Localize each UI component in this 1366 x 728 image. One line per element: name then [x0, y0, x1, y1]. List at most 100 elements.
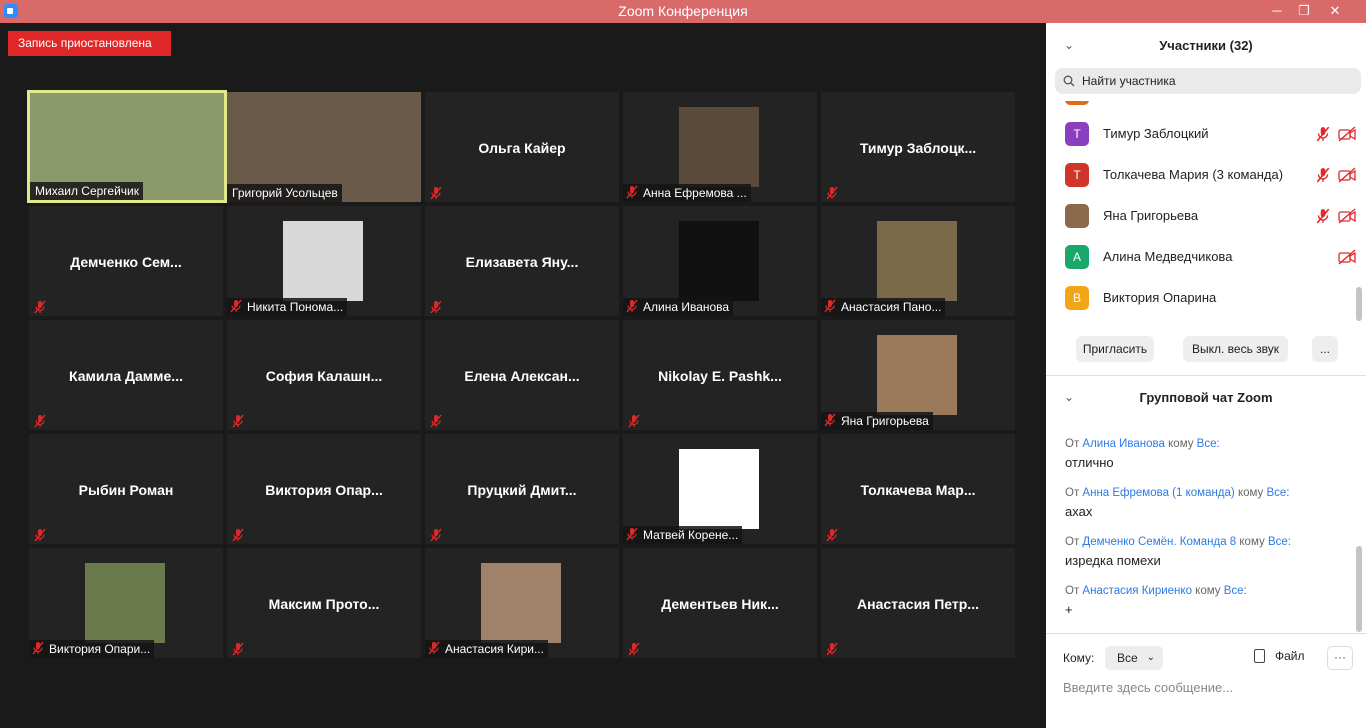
search-placeholder: Найти участника	[1082, 74, 1176, 88]
participant-name: Никита Понома...	[247, 300, 344, 314]
muted-mic-icon	[231, 528, 245, 542]
invite-button[interactable]: Пригласить	[1076, 336, 1154, 362]
mute-all-button[interactable]: Выкл. весь звук	[1183, 336, 1288, 362]
participant-tile[interactable]: Григорий Усольцев	[227, 92, 421, 202]
participant-name: Яна Григорьева	[1103, 208, 1199, 223]
participant-tile[interactable]: Елена Алексан...	[425, 320, 619, 430]
from-word: От	[1065, 585, 1083, 597]
participant-name: Максим Прото...	[268, 596, 380, 612]
close-button[interactable]: ✕	[1320, 0, 1350, 23]
muted-mic-icon	[625, 527, 639, 541]
chat-message: От Алина Иванова кому Все: отлично	[1065, 438, 1220, 470]
participant-tile[interactable]: Демченко Сем...	[29, 206, 223, 316]
participant-tile[interactable]: Яна Григорьева	[821, 320, 1015, 430]
recipient-name[interactable]: Все:	[1266, 487, 1289, 499]
recipient-name[interactable]: Все:	[1224, 585, 1247, 597]
participant-name: Толкачева Мар...	[860, 482, 976, 498]
participant-tile[interactable]: Виктория Опари...	[29, 548, 223, 658]
participant-search-input[interactable]: Найти участника	[1055, 68, 1361, 94]
participant-tile[interactable]: Анастасия Петр...	[821, 548, 1015, 658]
chat-message-input[interactable]	[1063, 677, 1353, 697]
chat-more-button[interactable]: ···	[1327, 646, 1353, 670]
avatar	[1065, 204, 1089, 228]
participant-tile[interactable]: Тимур Заблоцк...	[821, 92, 1015, 202]
sender-name[interactable]: Анастасия Кириенко	[1082, 585, 1192, 597]
from-word: От	[1065, 536, 1083, 548]
muted-mic-icon	[231, 414, 245, 428]
minimize-button[interactable]: ─	[1262, 0, 1292, 23]
profile-picture	[877, 335, 957, 415]
participant-tile[interactable]: Пруцкий Дмит...	[425, 434, 619, 544]
muted-mic-icon	[1308, 126, 1332, 146]
participant-tile[interactable]: Елизавета Яну...	[425, 206, 619, 316]
file-button[interactable]: Файл	[1254, 649, 1305, 663]
chat-header: Групповой чат Zoom	[1139, 390, 1273, 405]
participant-caption: Михаил Сергейчик	[30, 182, 143, 200]
participant-tile[interactable]: Камила Дамме...	[29, 320, 223, 430]
muted-mic-icon	[625, 299, 639, 313]
status-icons	[1308, 208, 1356, 229]
participant-tile[interactable]: Максим Прото...	[227, 548, 421, 658]
muted-mic-icon	[429, 186, 443, 200]
chat-message-text: +	[1065, 602, 1073, 617]
participant-name: Демченко Сем...	[70, 254, 182, 270]
participant-row[interactable]: B Виктория Опарина	[1046, 278, 1356, 319]
participants-more-button[interactable]: ...	[1312, 336, 1338, 362]
participant-tile[interactable]: Ольга Кайер	[425, 92, 619, 202]
recipient-name[interactable]: Все:	[1197, 438, 1220, 450]
participant-tile[interactable]: Никита Понома...	[227, 206, 421, 316]
participant-tile[interactable]: Матвей Корене...	[623, 434, 817, 544]
participant-tile[interactable]: Алина Иванова	[623, 206, 817, 316]
participant-caption: Никита Понома...	[227, 298, 348, 316]
participant-tile[interactable]: Виктория Опар...	[227, 434, 421, 544]
participant-caption: Григорий Усольцев	[227, 184, 342, 202]
recording-paused-badge[interactable]: Запись приостановлена	[8, 31, 171, 56]
sender-name[interactable]: Анна Ефремова (1 команда)	[1082, 487, 1234, 499]
participant-row[interactable]: T Толкачева Мария (3 команда)	[1046, 155, 1356, 196]
chat-sender-line: От Алина Иванова кому Все:	[1065, 438, 1220, 450]
participant-tile[interactable]: Анастасия Пано...	[821, 206, 1015, 316]
participant-tile[interactable]: София Калашн...	[227, 320, 421, 430]
participant-tile[interactable]: Анастасия Кири...	[425, 548, 619, 658]
chat-message: От Демченко Семён. Команда 8 кому Все: из…	[1065, 536, 1291, 568]
participant-tile[interactable]: Михаил Сергейчик	[27, 90, 227, 203]
muted-mic-icon	[427, 641, 441, 655]
participant-name: Матвей Корене...	[643, 528, 739, 542]
sender-name[interactable]: Алина Иванова	[1082, 438, 1165, 450]
participant-row[interactable]: A Алина Медведчикова	[1046, 237, 1356, 278]
participant-name: Анна Ефремова ...	[643, 186, 747, 200]
participant-row[interactable]: T Тимур Заблоцкий	[1046, 114, 1356, 155]
participant-name: Nikolay E. Pashk...	[658, 368, 782, 384]
participant-name: Яна Григорьева	[841, 414, 929, 428]
participants-scrollbar[interactable]	[1356, 287, 1362, 321]
participant-name: Камила Дамме...	[69, 368, 183, 384]
from-word: От	[1065, 487, 1083, 499]
status-icons	[1332, 249, 1356, 270]
muted-mic-icon	[625, 185, 639, 199]
muted-mic-icon	[825, 186, 839, 200]
muted-mic-icon	[429, 300, 443, 314]
chat-message: От Анастасия Кириенко кому Все: +	[1065, 585, 1247, 617]
participant-row[interactable]: Яна Григорьева	[1046, 196, 1356, 237]
chat-sender-line: От Анна Ефремова (1 команда) кому Все:	[1065, 487, 1290, 499]
participant-tile[interactable]: Рыбин Роман	[29, 434, 223, 544]
participant-tile[interactable]: Анна Ефремова ...	[623, 92, 817, 202]
video-off-icon	[1332, 208, 1356, 228]
chat-sender-line: От Демченко Семён. Команда 8 кому Все:	[1065, 536, 1291, 548]
participant-tile[interactable]: Толкачева Мар...	[821, 434, 1015, 544]
to-word: кому	[1164, 438, 1197, 450]
file-icon	[1254, 649, 1265, 663]
sender-name[interactable]: Демченко Семён. Команда 8	[1082, 536, 1236, 548]
participant-tile[interactable]: Nikolay E. Pashk...	[623, 320, 817, 430]
participant-tile[interactable]: Дементьев Ник...	[623, 548, 817, 658]
participants-header: Участники (32)	[1159, 38, 1253, 53]
partial-avatar	[1065, 101, 1089, 105]
recipient-name[interactable]: Все:	[1268, 536, 1291, 548]
restore-button[interactable]: ❐	[1289, 0, 1319, 23]
from-word: От	[1065, 438, 1083, 450]
muted-mic-icon	[231, 642, 245, 656]
recipient-select[interactable]: Все ⌄	[1105, 646, 1163, 670]
chat-scrollbar[interactable]	[1356, 546, 1362, 632]
muted-mic-icon	[33, 528, 47, 542]
muted-mic-icon	[627, 414, 641, 428]
